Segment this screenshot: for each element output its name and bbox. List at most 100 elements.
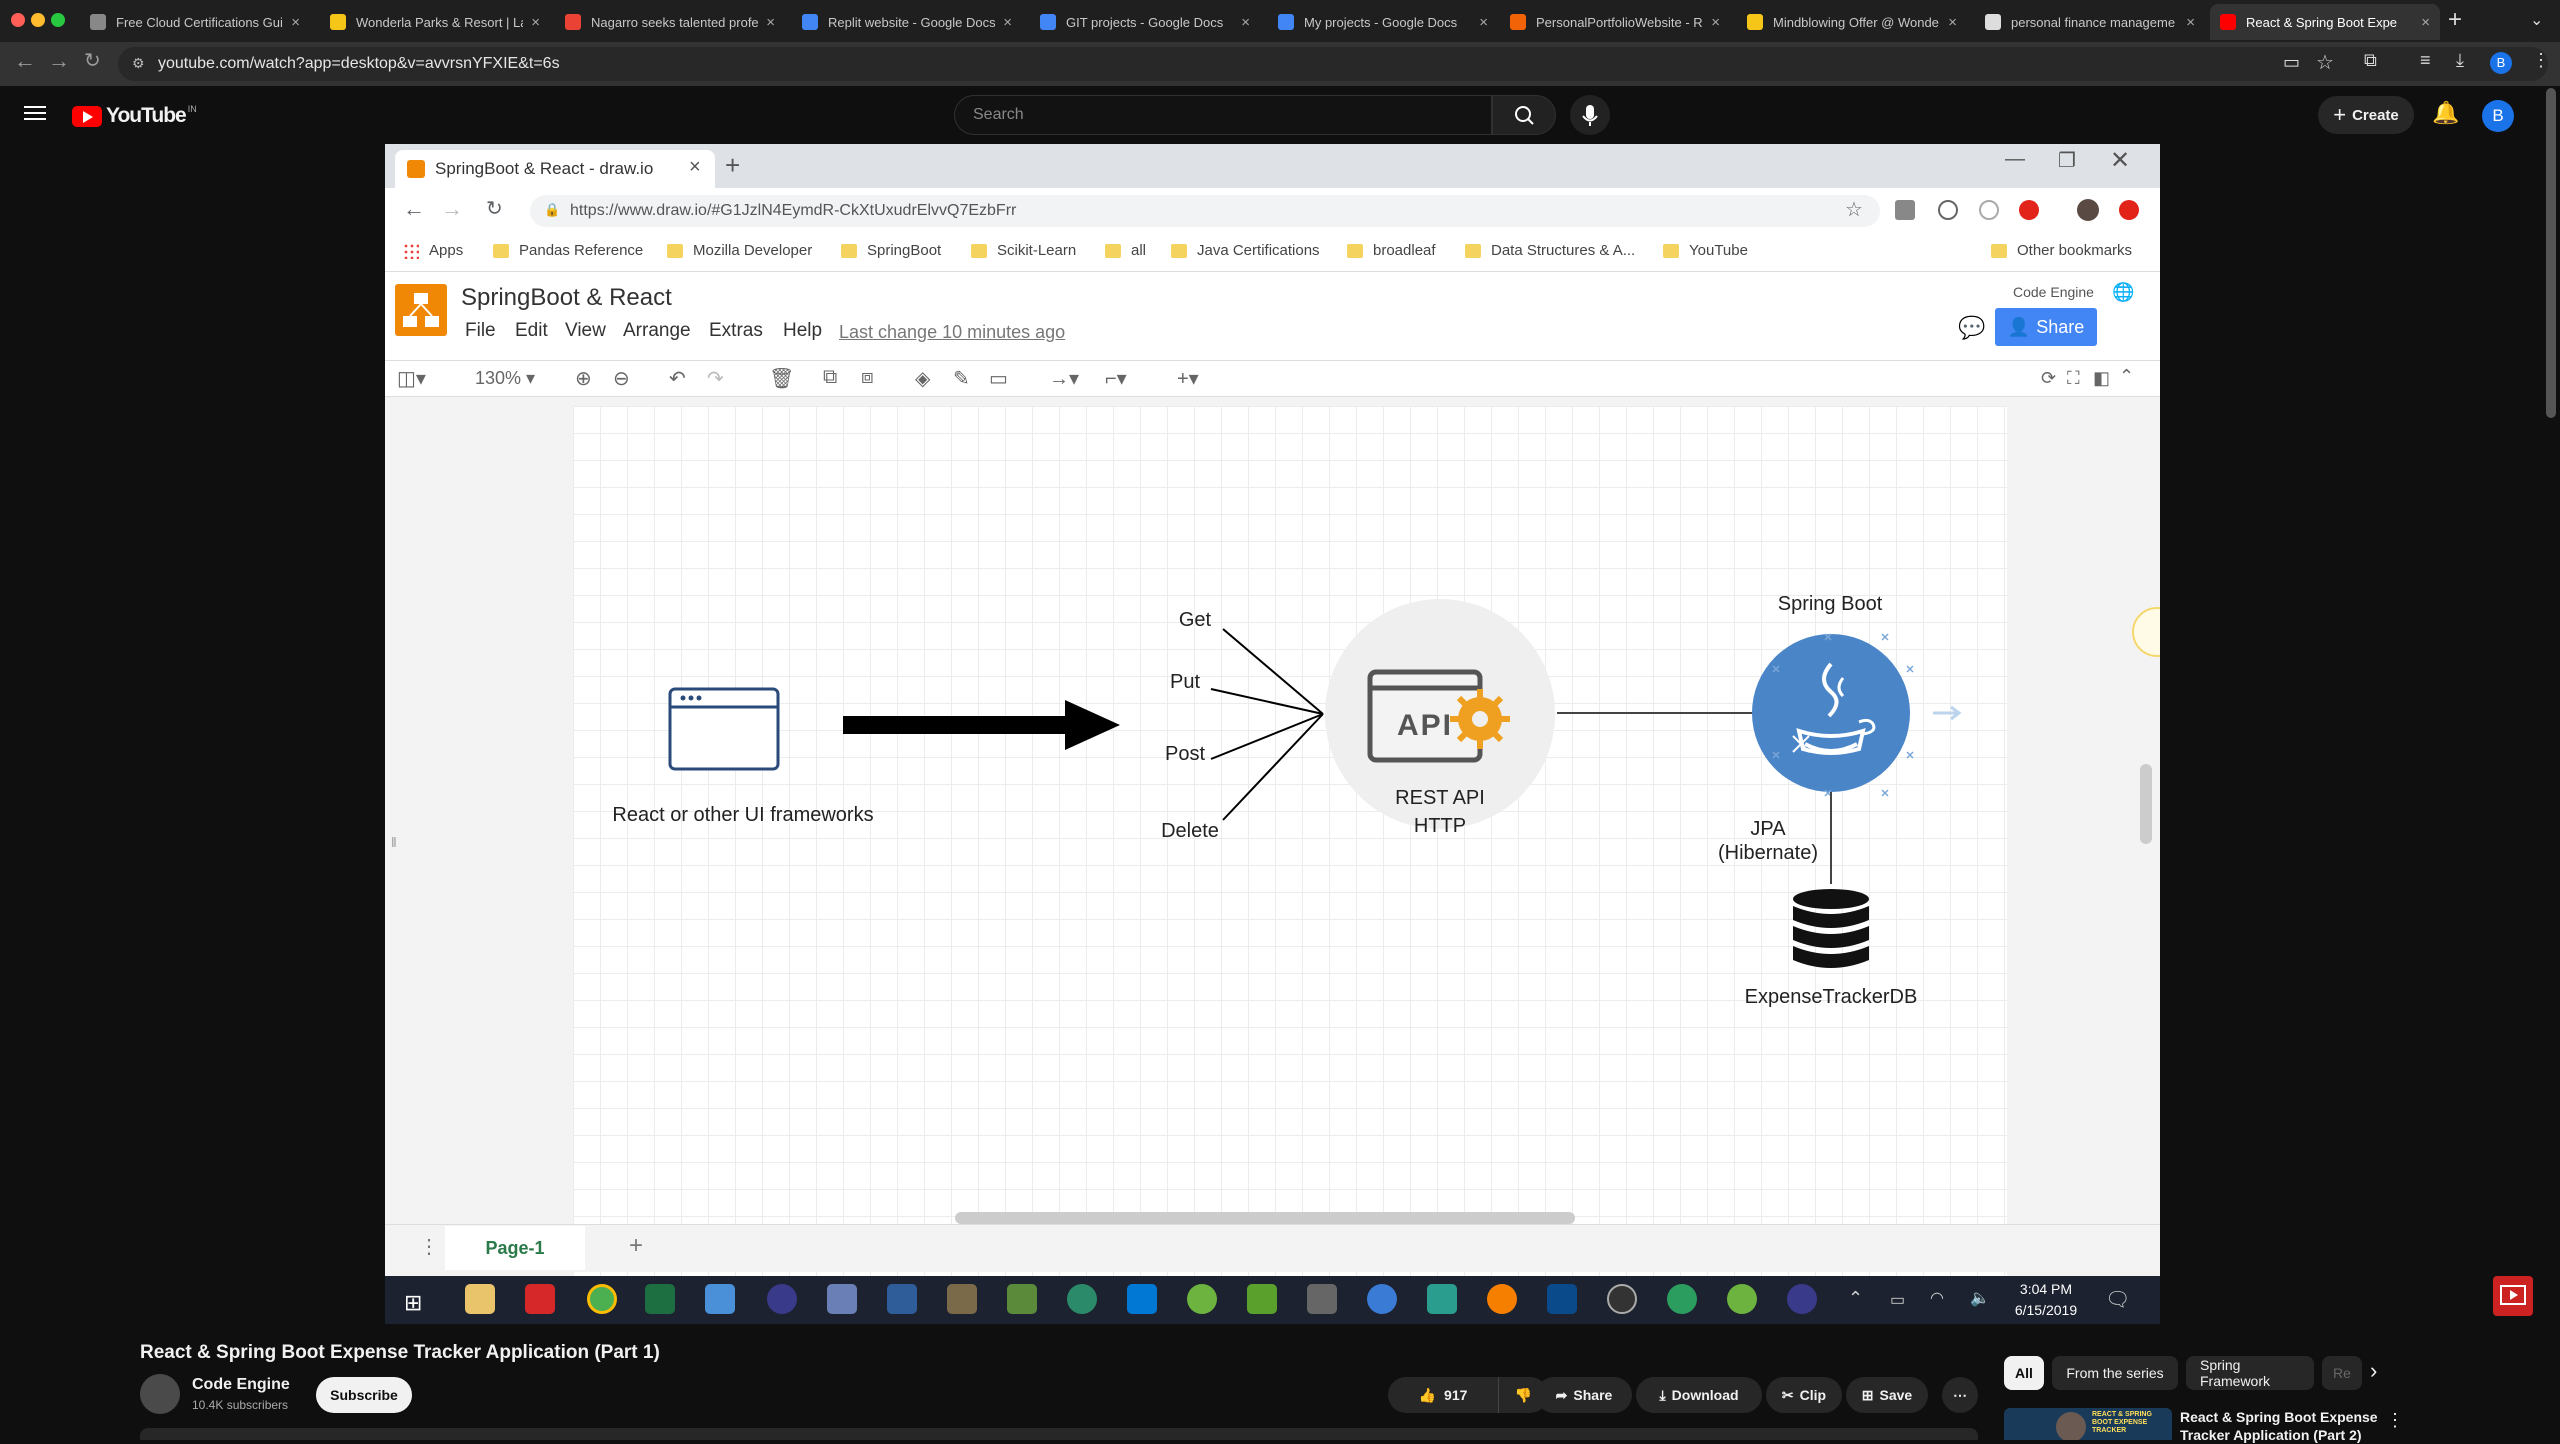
chip-spring-framework[interactable]: Spring Framework	[2186, 1356, 2314, 1390]
tab-close-icon[interactable]: ×	[2421, 14, 2430, 31]
browser-menu-icon[interactable]: ⋮	[2532, 50, 2550, 71]
description-box[interactable]	[140, 1428, 1978, 1440]
spring-tool-icon[interactable]	[1187, 1284, 1217, 1314]
search-button[interactable]	[1492, 95, 1556, 135]
address-bar[interactable]: ⚙ youtube.com/watch?app=desktop&v=avvrsn…	[118, 47, 2548, 81]
like-button[interactable]: 👍 917	[1388, 1377, 1498, 1413]
vertical-scrollbar[interactable]	[2140, 764, 2152, 844]
tab-close-icon[interactable]: ×	[291, 14, 300, 31]
rest-api-label[interactable]: REST API	[1365, 787, 1515, 810]
tab-search-icon[interactable]: ⌄	[2530, 10, 2543, 30]
taskbar-app-icon[interactable]	[1727, 1284, 1757, 1314]
tab-close-icon[interactable]: ×	[1003, 14, 1012, 31]
related-thumbnail[interactable]: REACT & SPRING BOOT EXPENSE TRACKER	[2004, 1408, 2172, 1440]
tab-close-icon[interactable]: ×	[2186, 14, 2195, 31]
page-scrollbar[interactable]	[2546, 88, 2556, 418]
cast-icon[interactable]: ▭	[2283, 52, 2300, 73]
channel-watermark[interactable]	[2493, 1276, 2533, 1316]
taskbar-app-icon[interactable]	[465, 1284, 495, 1314]
more-actions-button[interactable]: ⋯	[1942, 1377, 1978, 1413]
tab-close-icon[interactable]: ×	[1241, 14, 1250, 31]
browser-tab[interactable]: Wonderla Parks & Resort | La ×	[320, 4, 550, 40]
taskbar-app-icon[interactable]	[947, 1284, 977, 1314]
method-delete-label[interactable]: Delete	[1150, 820, 1230, 843]
calculator-icon[interactable]	[1307, 1284, 1337, 1314]
method-put-label[interactable]: Put	[1155, 671, 1215, 694]
browser-tab[interactable]: Replit website - Google Docs ×	[792, 4, 1022, 40]
page-tab-1[interactable]: Page-1	[445, 1226, 585, 1270]
taskbar-app-icon[interactable]	[1367, 1284, 1397, 1314]
hibernate-label[interactable]: (Hibernate)	[1703, 842, 1833, 865]
notifications-bell-icon[interactable]: 🔔	[2432, 100, 2459, 126]
virtualbox-icon[interactable]	[827, 1284, 857, 1314]
taskbar-app-icon[interactable]	[1547, 1284, 1577, 1314]
tab-close-icon[interactable]: ×	[1479, 14, 1488, 31]
browser-tab[interactable]: React & Spring Boot Expe ×	[2210, 4, 2440, 40]
tab-close-icon[interactable]: ×	[1711, 14, 1720, 31]
wifi-icon[interactable]: ◠	[1930, 1288, 1944, 1308]
chip-from-series[interactable]: From the series	[2052, 1356, 2178, 1390]
maximize-window-button[interactable]	[51, 13, 65, 27]
taskbar-app-icon[interactable]	[1427, 1284, 1457, 1314]
pages-menu-icon[interactable]: ⋮	[419, 1234, 439, 1259]
browser-tab[interactable]: personal finance manageme ×	[1975, 4, 2205, 40]
eclipse-icon[interactable]	[767, 1284, 797, 1314]
forward-icon[interactable]: →	[48, 48, 70, 74]
minimize-window-button[interactable]	[31, 13, 45, 27]
method-get-label[interactable]: Get	[1165, 609, 1225, 632]
youtube-avatar[interactable]: B	[2482, 100, 2514, 132]
clip-button[interactable]: ✂ Clip	[1766, 1377, 1842, 1413]
download-icon[interactable]: ⤓	[2456, 50, 2464, 71]
search-input[interactable]: Search	[954, 95, 1492, 135]
taskbar-app-icon[interactable]	[1067, 1284, 1097, 1314]
taskbar-app-icon[interactable]	[887, 1284, 917, 1314]
reload-icon[interactable]: ↻	[84, 48, 101, 73]
browser-tab[interactable]: Free Cloud Certifications Gui ×	[80, 4, 310, 40]
video-player[interactable]: SpringBoot & React - draw.io × + — ❐ ✕ ←…	[385, 144, 2160, 1324]
browser-tab[interactable]: Mindblowing Offer @ Wonde ×	[1737, 4, 1967, 40]
chip-more[interactable]: Re	[2322, 1356, 2362, 1390]
tab-close-icon[interactable]: ×	[531, 14, 540, 31]
vscode-icon[interactable]	[1127, 1284, 1157, 1314]
site-info-icon[interactable]: ⚙	[132, 55, 145, 72]
channel-name[interactable]: Code Engine	[192, 1376, 290, 1394]
taskbar-app-icon[interactable]	[1007, 1284, 1037, 1314]
share-video-button[interactable]: ➦ Share	[1536, 1377, 1632, 1413]
acrobat-icon[interactable]	[525, 1284, 555, 1314]
new-tab-button[interactable]: +	[2448, 6, 2462, 34]
taskbar-app-icon[interactable]	[1607, 1284, 1637, 1314]
windows-start-icon[interactable]: ⊞	[404, 1290, 422, 1316]
jpa-label[interactable]: JPA	[1713, 818, 1823, 841]
browser-tab[interactable]: Nagarro seeks talented profe ×	[555, 4, 785, 40]
bookmark-star-icon[interactable]: ☆	[2316, 50, 2334, 75]
chrome-icon[interactable]	[587, 1284, 617, 1314]
subscribe-button[interactable]: Subscribe	[316, 1377, 412, 1413]
profile-avatar[interactable]: B	[2490, 52, 2512, 74]
browser-tab[interactable]: GIT projects - Google Docs ×	[1030, 4, 1260, 40]
browser-tab[interactable]: PersonalPortfolioWebsite - R ×	[1500, 4, 1730, 40]
hamburger-menu-icon[interactable]	[24, 102, 46, 124]
taskbar-app-icon[interactable]	[705, 1284, 735, 1314]
chevron-right-icon[interactable]: ›	[2370, 1358, 2377, 1384]
tab-close-icon[interactable]: ×	[766, 14, 775, 31]
save-button[interactable]: ⊞ Save	[1846, 1377, 1928, 1413]
voice-search-button[interactable]	[1570, 95, 1610, 135]
spring-boot-label[interactable]: Spring Boot	[1755, 593, 1905, 616]
add-page-icon[interactable]: +	[629, 1232, 643, 1260]
taskbar-app-icon[interactable]	[1787, 1284, 1817, 1314]
taskbar-app-icon[interactable]	[1667, 1284, 1697, 1314]
taskbar-app-icon[interactable]	[1487, 1284, 1517, 1314]
download-button[interactable]: ⤓ Download	[1636, 1377, 1762, 1413]
volume-icon[interactable]: 🔈	[1970, 1288, 1990, 1308]
create-button[interactable]: + Create	[2318, 96, 2414, 134]
close-window-button[interactable]	[11, 13, 25, 27]
browser-tab[interactable]: My projects - Google Docs ×	[1268, 4, 1498, 40]
method-post-label[interactable]: Post	[1152, 743, 1218, 766]
back-icon[interactable]: ←	[14, 48, 36, 74]
related-title[interactable]: React & Spring Boot Expense Tracker Appl…	[2180, 1408, 2378, 1444]
ui-frameworks-label[interactable]: React or other UI frameworks	[593, 804, 893, 827]
horizontal-scrollbar[interactable]	[955, 1212, 1575, 1224]
chip-all[interactable]: All	[2004, 1356, 2044, 1390]
tray-expand-icon[interactable]: ⌃	[1848, 1288, 1863, 1309]
tab-close-icon[interactable]: ×	[1948, 14, 1957, 31]
